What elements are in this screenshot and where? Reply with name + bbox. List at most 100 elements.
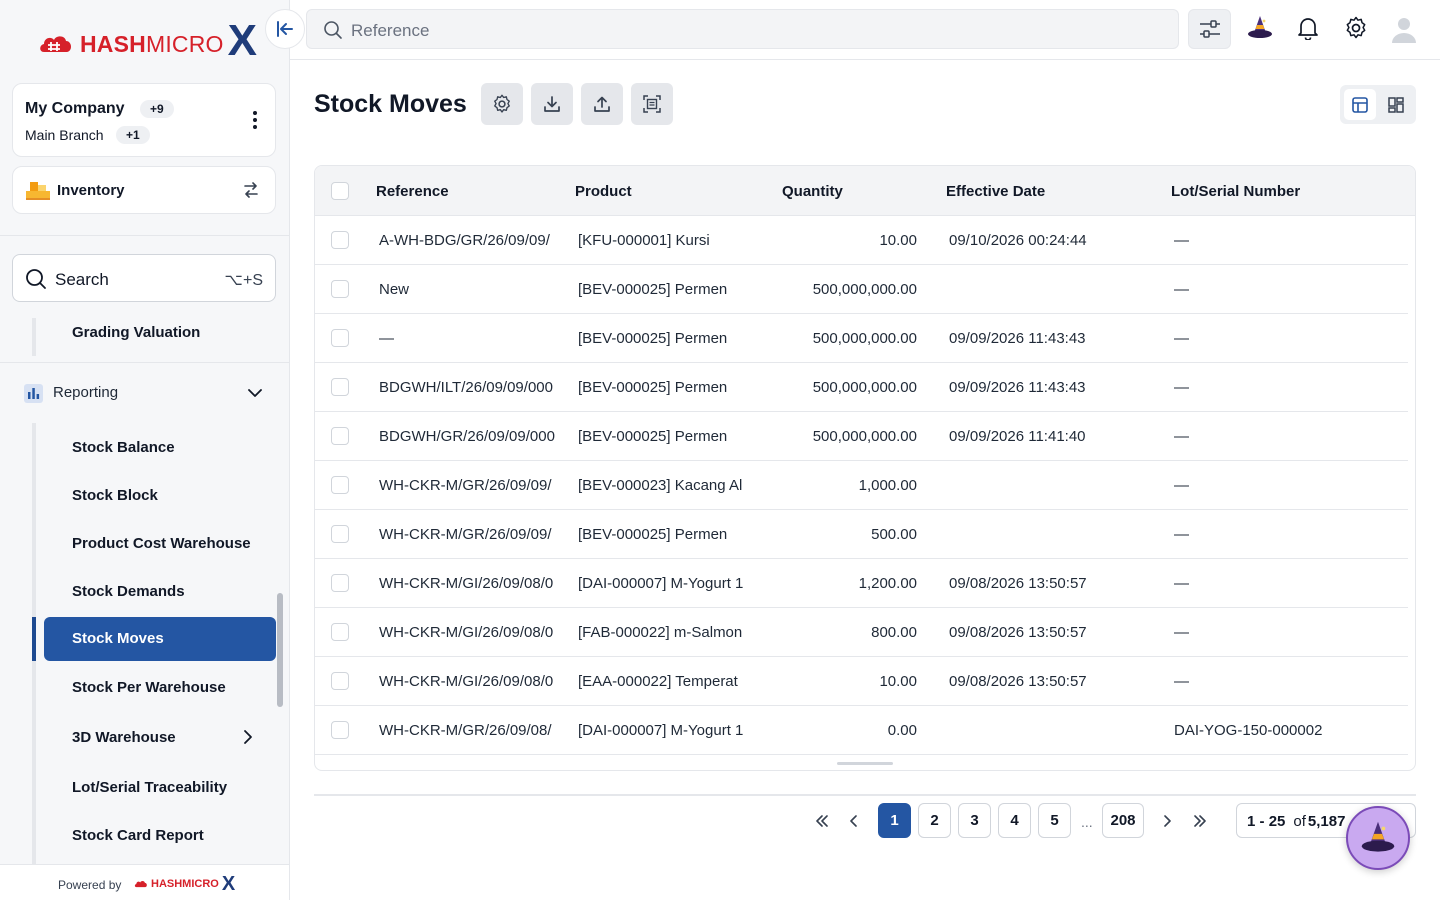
kanban-view-button[interactable]: [1380, 89, 1412, 120]
page-button-3[interactable]: 3: [958, 803, 991, 838]
cell-product: [BEV-000025] Permen: [578, 526, 728, 543]
page-button-last[interactable]: 208: [1102, 803, 1144, 838]
cell-product: [BEV-000023] Kacang Al: [578, 477, 743, 494]
hashmicro-logo[interactable]: HASHMICRO X: [38, 16, 258, 66]
ai-assistant-button[interactable]: [1346, 806, 1410, 870]
module-switcher[interactable]: Inventory: [12, 166, 276, 214]
chevron-right-icon: [1164, 815, 1171, 827]
row-checkbox[interactable]: [331, 672, 349, 690]
cell-effective-date: 09/10/2026 00:24:44: [949, 232, 1087, 249]
row-checkbox[interactable]: [331, 280, 349, 298]
logo-x-mark: X: [227, 16, 258, 65]
cell-reference: BDGWH/ILT/26/09/09/000: [379, 379, 553, 396]
sidebar-item-3d-warehouse[interactable]: 3D Warehouse: [72, 729, 176, 746]
cell-effective-date: 09/08/2026 13:50:57: [949, 624, 1087, 641]
sidebar-item-product-cost-warehouse[interactable]: Product Cost Warehouse: [72, 535, 251, 552]
table-view-icon: [1352, 96, 1368, 113]
user-avatar-icon[interactable]: [1390, 15, 1418, 43]
table-row[interactable]: WH-CKR-M/GR/26/09/09/ [BEV-000025] Permen…: [315, 510, 1408, 559]
row-checkbox[interactable]: [331, 378, 349, 396]
powered-logo: HASHMICRO X: [134, 874, 235, 894]
cell-reference: —: [379, 330, 394, 347]
page-button-5[interactable]: 5: [1038, 803, 1071, 838]
table-row[interactable]: WH-CKR-M/GI/26/09/08/0 [EAA-000022] Tempe…: [315, 657, 1408, 706]
swap-arrows-icon[interactable]: [243, 181, 259, 199]
page-button-4[interactable]: 4: [998, 803, 1031, 838]
prev-page-button[interactable]: [844, 811, 864, 831]
powered-by-footer: Powered by HASHMICRO X: [0, 864, 289, 900]
cell-lot-serial: —: [1174, 428, 1189, 445]
sidebar-scrollbar[interactable]: [277, 593, 283, 707]
table-row[interactable]: WH-CKR-M/GR/26/09/08/ [DAI-000007] M-Yogu…: [315, 706, 1408, 755]
sidebar-item-stock-per-warehouse[interactable]: Stock Per Warehouse: [72, 679, 226, 696]
table-row[interactable]: — [BEV-000025] Permen 500,000,000.00 09/09/…: [315, 314, 1408, 363]
table-row[interactable]: WH-CKR-M/GI/26/09/08/0 [DAI-000007] M-Yog…: [315, 559, 1408, 608]
table-row[interactable]: New [BEV-000025] Permen 500,000,000.00 —: [315, 265, 1408, 314]
sidebar: HASHMICRO X My Company +9 Main Branch +1…: [0, 0, 290, 900]
cell-lot-serial: —: [1174, 624, 1189, 641]
table-row[interactable]: A-WH-BDG/GR/26/09/09/ [KFU-000001] Kursi 1…: [315, 216, 1408, 265]
cell-lot-serial: —: [1174, 673, 1189, 690]
sidebar-section-reporting[interactable]: Reporting: [24, 380, 268, 408]
cell-reference: WH-CKR-M/GI/26/09/08/0: [379, 624, 554, 641]
wizard-hat-icon[interactable]: [1246, 14, 1274, 42]
list-view-button[interactable]: [1344, 89, 1376, 120]
cell-quantity: 1,200.00: [858, 575, 917, 592]
row-checkbox[interactable]: [331, 525, 349, 543]
scan-button[interactable]: [631, 83, 673, 125]
row-checkbox[interactable]: [331, 623, 349, 641]
collapse-sidebar-button[interactable]: [265, 9, 305, 49]
row-checkbox[interactable]: [331, 476, 349, 494]
global-search-input[interactable]: Reference: [306, 9, 1179, 49]
first-page-button[interactable]: [812, 811, 832, 831]
page-button-1[interactable]: 1: [878, 803, 911, 838]
next-page-button[interactable]: [1157, 811, 1177, 831]
page-button-2[interactable]: 2: [918, 803, 951, 838]
cell-effective-date: 09/09/2026 11:41:40: [949, 428, 1086, 445]
upload-button[interactable]: [581, 83, 623, 125]
table-row[interactable]: WH-CKR-M/GI/26/09/08/0 [FAB-000022] m-Sal…: [315, 608, 1408, 657]
horizontal-scrollbar[interactable]: [837, 762, 893, 765]
row-checkbox[interactable]: [331, 427, 349, 445]
column-header-quantity[interactable]: Quantity: [782, 183, 843, 200]
cell-lot-serial: —: [1174, 575, 1189, 592]
table-row[interactable]: BDGWH/GR/26/09/09/000 [BEV-000025] Permen…: [315, 412, 1408, 461]
chevron-right-icon[interactable]: [240, 728, 256, 746]
cell-quantity: 500,000,000.00: [812, 330, 917, 347]
row-checkbox[interactable]: [331, 721, 349, 739]
select-all-checkbox[interactable]: [331, 182, 349, 200]
column-header-lot-serial[interactable]: Lot/Serial Number: [1171, 183, 1300, 200]
table-row[interactable]: BDGWH/ILT/26/09/09/000 [BEV-000025] Perme…: [315, 363, 1408, 412]
search-icon: [324, 21, 342, 39]
sidebar-item-stock-demands[interactable]: Stock Demands: [72, 583, 185, 600]
powered-logo-text: HASHMICRO: [151, 878, 219, 890]
menu-tree-line: [32, 318, 36, 356]
cell-product: [KFU-000001] Kursi: [578, 232, 710, 249]
column-header-product[interactable]: Product: [575, 183, 632, 200]
last-page-button[interactable]: [1190, 811, 1210, 831]
column-header-reference[interactable]: Reference: [376, 183, 449, 200]
sidebar-item-grading-valuation[interactable]: Grading Valuation: [72, 324, 200, 341]
row-checkbox[interactable]: [331, 329, 349, 347]
sidebar-item-stock-card-report[interactable]: Stock Card Report: [72, 827, 204, 844]
download-button[interactable]: [531, 83, 573, 125]
row-checkbox[interactable]: [331, 574, 349, 592]
filter-button[interactable]: [1188, 9, 1231, 49]
kebab-menu-icon[interactable]: [253, 110, 257, 130]
bell-icon[interactable]: [1297, 16, 1319, 40]
cell-quantity: 10.00: [879, 232, 917, 249]
sidebar-item-stock-balance[interactable]: Stock Balance: [72, 439, 175, 456]
search-label: Search: [55, 270, 109, 289]
menu-search[interactable]: Search ⌥+S: [12, 254, 276, 302]
cell-reference: WH-CKR-M/GR/26/09/08/: [379, 722, 552, 739]
sidebar-item-stock-block[interactable]: Stock Block: [72, 487, 158, 504]
column-header-effective-date[interactable]: Effective Date: [946, 183, 1045, 200]
gear-icon[interactable]: [1344, 16, 1368, 40]
table-row[interactable]: WH-CKR-M/GR/26/09/09/ [BEV-000023] Kacang…: [315, 461, 1408, 510]
row-checkbox[interactable]: [331, 231, 349, 249]
cell-product: [EAA-000022] Temperat: [578, 673, 738, 690]
sidebar-item-lot-serial-traceability[interactable]: Lot/Serial Traceability: [72, 779, 227, 796]
wizard-hat-icon: [1361, 821, 1395, 852]
company-switcher[interactable]: My Company +9 Main Branch +1: [12, 83, 276, 157]
settings-button[interactable]: [481, 83, 523, 125]
